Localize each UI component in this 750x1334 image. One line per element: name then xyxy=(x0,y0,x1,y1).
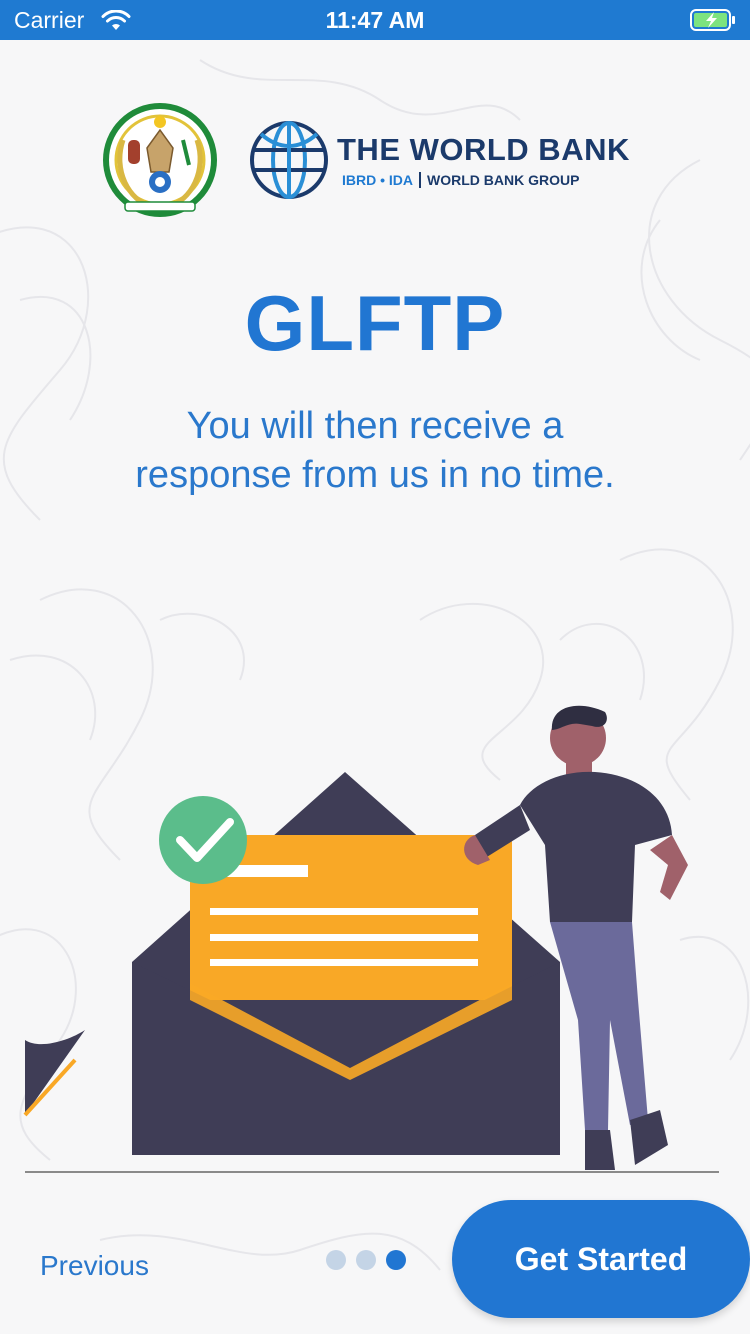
ground-divider xyxy=(25,1171,719,1173)
world-bank-ibrd: IBRD • IDA xyxy=(342,172,414,188)
clock: 11:47 AM xyxy=(325,7,425,33)
page-dot-1[interactable] xyxy=(326,1250,346,1270)
status-bar: Carrier 11:47 AM xyxy=(0,0,750,40)
onboarding-description: You will then receive a response from us… xyxy=(135,405,615,496)
page-dot-3-active[interactable] xyxy=(386,1250,406,1270)
world-bank-subtitle: IBRD • IDA WORLD BANK GROUP xyxy=(342,172,579,188)
world-bank-globe-logo xyxy=(250,121,328,199)
envelope-confirmation-illustration xyxy=(23,705,688,1170)
page-dot-2[interactable] xyxy=(356,1250,376,1270)
world-bank-group: WORLD BANK GROUP xyxy=(427,172,580,188)
get-started-button[interactable]: Get Started xyxy=(452,1200,750,1318)
battery-charging-icon xyxy=(690,9,735,31)
world-bank-name: THE WORLD BANK xyxy=(337,132,630,167)
rwanda-coat-of-arms-logo xyxy=(103,103,217,217)
world-bank-separator xyxy=(419,172,422,188)
page-title: GLFTP xyxy=(244,279,506,367)
previous-button[interactable]: Previous xyxy=(40,1250,149,1282)
partner-logos: THE WORLD BANK IBRD • IDA WORLD BANK GROU… xyxy=(0,100,750,220)
